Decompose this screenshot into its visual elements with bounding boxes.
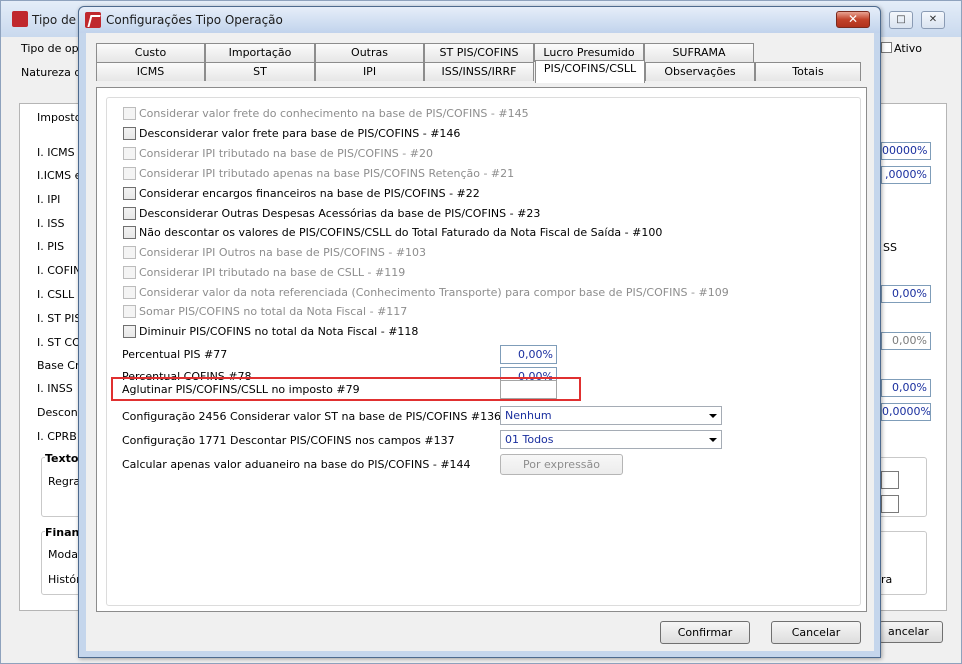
checkbox[interactable] [123,127,136,140]
percentual-pis-label: Percentual PIS #77 [122,348,228,361]
option-label: Desconsiderar Outras Despesas Acessórias… [139,207,541,220]
checkbox[interactable] [123,286,136,299]
tab-iss-inss-irrf[interactable]: ISS/INSS/IRRF [424,62,534,81]
icms-value[interactable]: 00000% [881,142,931,160]
tab-observacoes[interactable]: Observações [645,62,755,81]
percentual-pis-input[interactable]: 0,00% [500,345,557,364]
financeiro-group-label: Finan [45,526,80,539]
background-fragment-ss: SS [883,241,897,254]
checkbox[interactable] [123,107,136,120]
app-icon [85,12,101,28]
checkbox[interactable] [123,226,136,239]
ativo-checkbox[interactable] [881,42,892,53]
option-label: Somar PIS/COFINS no total da Nota Fiscal… [139,305,408,318]
option-label: Considerar valor da nota referenciada (C… [139,286,729,299]
tab-page-pis-cofins-csll: Considerar valor frete do conhecimento n… [96,87,867,612]
checkbox[interactable] [123,305,136,318]
descons-value[interactable]: 0,0000% [881,403,931,421]
aglutinar-input[interactable] [500,380,557,399]
iss-label: I. ISS [37,217,65,230]
tab-importacao[interactable]: Importação [205,43,315,62]
cancelar-button[interactable]: Cancelar [771,621,861,644]
pis-label: I. PIS [37,240,65,253]
dialog-body: Custo Importação Outras ST PIS/COFINS Lu… [86,33,874,651]
maximize-button[interactable]: □ [889,11,913,29]
option-label: Não descontar os valores de PIS/COFINS/C… [139,226,663,239]
option-label: Considerar valor frete do conhecimento n… [139,107,529,120]
checkbox[interactable] [123,246,136,259]
checkbox[interactable] [123,207,136,220]
background-cancel-button[interactable]: ancelar [879,621,943,643]
ipi-label: I. IPI [37,193,61,206]
option-label: Considerar IPI tributado na base de PIS/… [139,147,433,160]
chevron-down-icon [709,414,717,418]
checkbox[interactable] [123,147,136,160]
icms-e-value[interactable]: ,0000% [881,166,931,184]
checkbox[interactable] [123,187,136,200]
config-2456-select[interactable]: Nenhum [500,406,722,425]
app-icon [12,11,28,27]
option-label: Desconsiderar valor frete para base de P… [139,127,461,140]
checkbox[interactable] [123,325,136,338]
icms-label: I. ICMS [37,146,75,159]
tab-pis-cofins-csll[interactable]: PIS/COFINS/CSLL [535,60,645,83]
tab-totais[interactable]: Totais [755,62,861,81]
csll-value[interactable]: 0,00% [881,285,931,303]
close-button[interactable]: ✕ [921,11,945,29]
inss-label: I. INSS [37,382,73,395]
natureza-label: Natureza d [21,66,82,79]
checkbox[interactable] [123,167,136,180]
tab-custo[interactable]: Custo [96,43,205,62]
background-checkbox-1[interactable] [881,471,899,489]
option-label: Considerar IPI tributado apenas na base … [139,167,515,180]
calcular-aduaneiro-label: Calcular apenas valor aduaneiro na base … [122,458,471,471]
st-pis-label: I. ST PIS [37,312,82,325]
checkbox[interactable] [123,266,136,279]
regra-label: Regra [48,475,81,488]
option-label: Considerar encargos financeiros na base … [139,187,480,200]
icms-e-label: I.ICMS e [37,169,82,182]
config-2456-value: Nenhum [505,409,552,422]
csll-label: I. CSLL [37,288,75,301]
cofins-label: I. COFIN [37,264,82,277]
option-label: Considerar IPI Outros na base de PIS/COF… [139,246,427,259]
tab-st-pis-cofins[interactable]: ST PIS/COFINS [424,43,534,62]
config-1771-select[interactable]: 01 Todos [500,430,722,449]
option-label: Diminuir PIS/COFINS no total da Nota Fis… [139,325,419,338]
tipo-operacao-label: Tipo de ope [21,42,86,55]
descons-label: Descons [37,406,84,419]
ativo-label: Ativo [894,42,922,55]
historico-label: Histór [48,573,81,586]
tab-imposto[interactable]: Imposto [37,111,81,124]
chevron-down-icon [709,438,717,442]
texto-group-label: Texto [45,452,79,465]
tab-suframa[interactable]: SUFRAMA [644,43,754,62]
dialog-titlebar: Configurações Tipo Operação ✕ [79,7,880,33]
tab-ipi[interactable]: IPI [315,62,424,81]
st-cofins-value[interactable]: 0,00% [881,332,931,350]
background-fragment-ra: ra [881,573,893,586]
tab-icms[interactable]: ICMS [96,62,205,81]
aglutinar-label: Aglutinar PIS/COFINS/CSLL no imposto #79 [122,383,360,396]
config-2456-label: Configuração 2456 Considerar valor ST na… [122,410,502,423]
modal-label: Modal [48,548,81,561]
cprb-label: I. CPRB [37,430,77,443]
config-1771-label: Configuração 1771 Descontar PIS/COFINS n… [122,434,455,447]
dialog-title: Configurações Tipo Operação [106,13,283,27]
option-label: Considerar IPI tributado na base de CSLL… [139,266,406,279]
tab-st[interactable]: ST [205,62,315,81]
background-checkbox-2[interactable] [881,495,899,513]
inss-value[interactable]: 0,00% [881,379,931,397]
st-cofins-label: I. ST CO [37,336,81,349]
por-expressao-button[interactable]: Por expressão [500,454,623,475]
dialog-close-button[interactable]: ✕ [836,11,870,28]
confirmar-button[interactable]: Confirmar [660,621,750,644]
configuracoes-dialog: Configurações Tipo Operação ✕ Custo Impo… [78,6,881,658]
tab-outras[interactable]: Outras [315,43,424,62]
background-window-title: Tipo de [32,13,77,27]
config-1771-value: 01 Todos [505,433,554,446]
